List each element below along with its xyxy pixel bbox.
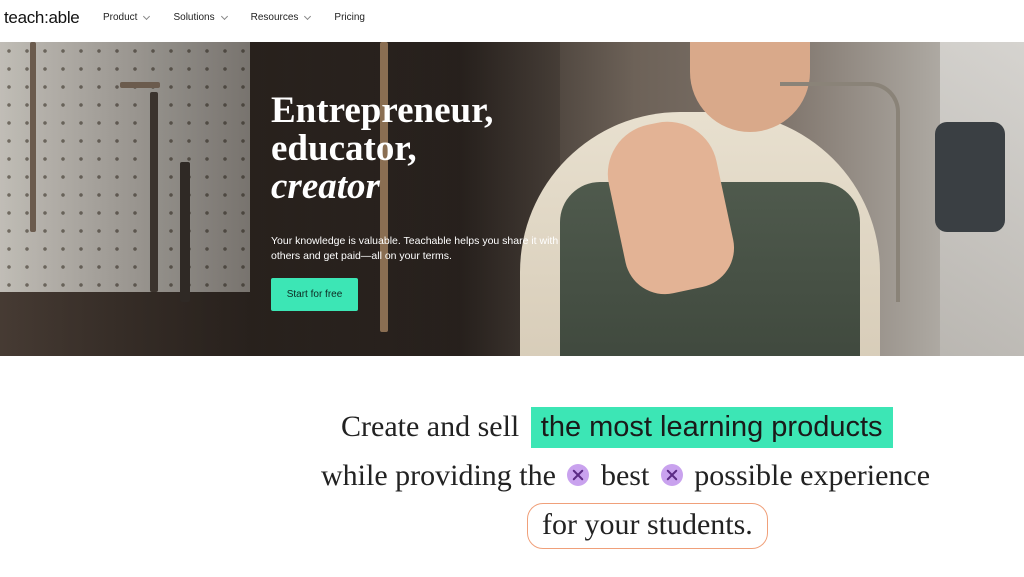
hanging-tool: [180, 162, 190, 302]
hanging-tool: [30, 42, 36, 232]
nav-item-solutions[interactable]: Solutions: [173, 12, 228, 23]
hanging-tool: [120, 82, 160, 88]
statement-text: best: [600, 459, 650, 492]
nav-item-pricing[interactable]: Pricing: [334, 12, 365, 23]
sparkle-icon: [660, 464, 683, 487]
sparkle-icon: [567, 464, 590, 487]
hero-photo-saw: [780, 82, 900, 302]
statement-highlight: the most learning products: [530, 407, 893, 448]
statement-text: Create and sell: [341, 410, 520, 443]
statement-text: possible experience: [694, 459, 931, 492]
hanging-tool: [150, 92, 158, 292]
statement-row-2: while providing the best possible experi…: [321, 459, 930, 493]
start-for-free-button[interactable]: Start for free: [271, 278, 358, 311]
nav-item-product[interactable]: Product: [103, 12, 151, 23]
nav-item-label: Solutions: [173, 12, 215, 23]
statement-outlined-text: for your students.: [527, 503, 768, 549]
hero-title: Entrepreneur, educator, creator: [271, 92, 493, 206]
hero-banner: Entrepreneur, educator, creator Your kno…: [0, 42, 1024, 356]
hero-subtitle: Your knowledge is valuable. Teachable he…: [271, 235, 559, 262]
nav-item-label: Product: [103, 12, 138, 23]
hero-title-line: educator,: [271, 128, 417, 169]
nav-item-label: Pricing: [334, 12, 365, 23]
teachable-logo[interactable]: teach:able: [4, 8, 80, 28]
hero-photo-phone: [935, 122, 1005, 232]
hero-title-line: Entrepreneur,: [271, 90, 494, 131]
chevron-down-icon: [304, 12, 312, 20]
statement-text: while providing the: [321, 459, 556, 492]
top-nav: teach:able Product Solutions Resources P…: [0, 0, 1024, 42]
nav-item-label: Resources: [250, 12, 299, 23]
hero-title-line-italic: creator: [271, 166, 380, 207]
statement-row-1: Create and sell the most learning produc…: [341, 407, 893, 448]
chevron-down-icon: [220, 12, 228, 20]
chevron-down-icon: [143, 12, 151, 20]
statement-row-3: for your students.: [527, 503, 768, 549]
nav-menu: Product Solutions Resources Pricing: [103, 12, 365, 23]
nav-item-resources[interactable]: Resources: [250, 12, 312, 23]
